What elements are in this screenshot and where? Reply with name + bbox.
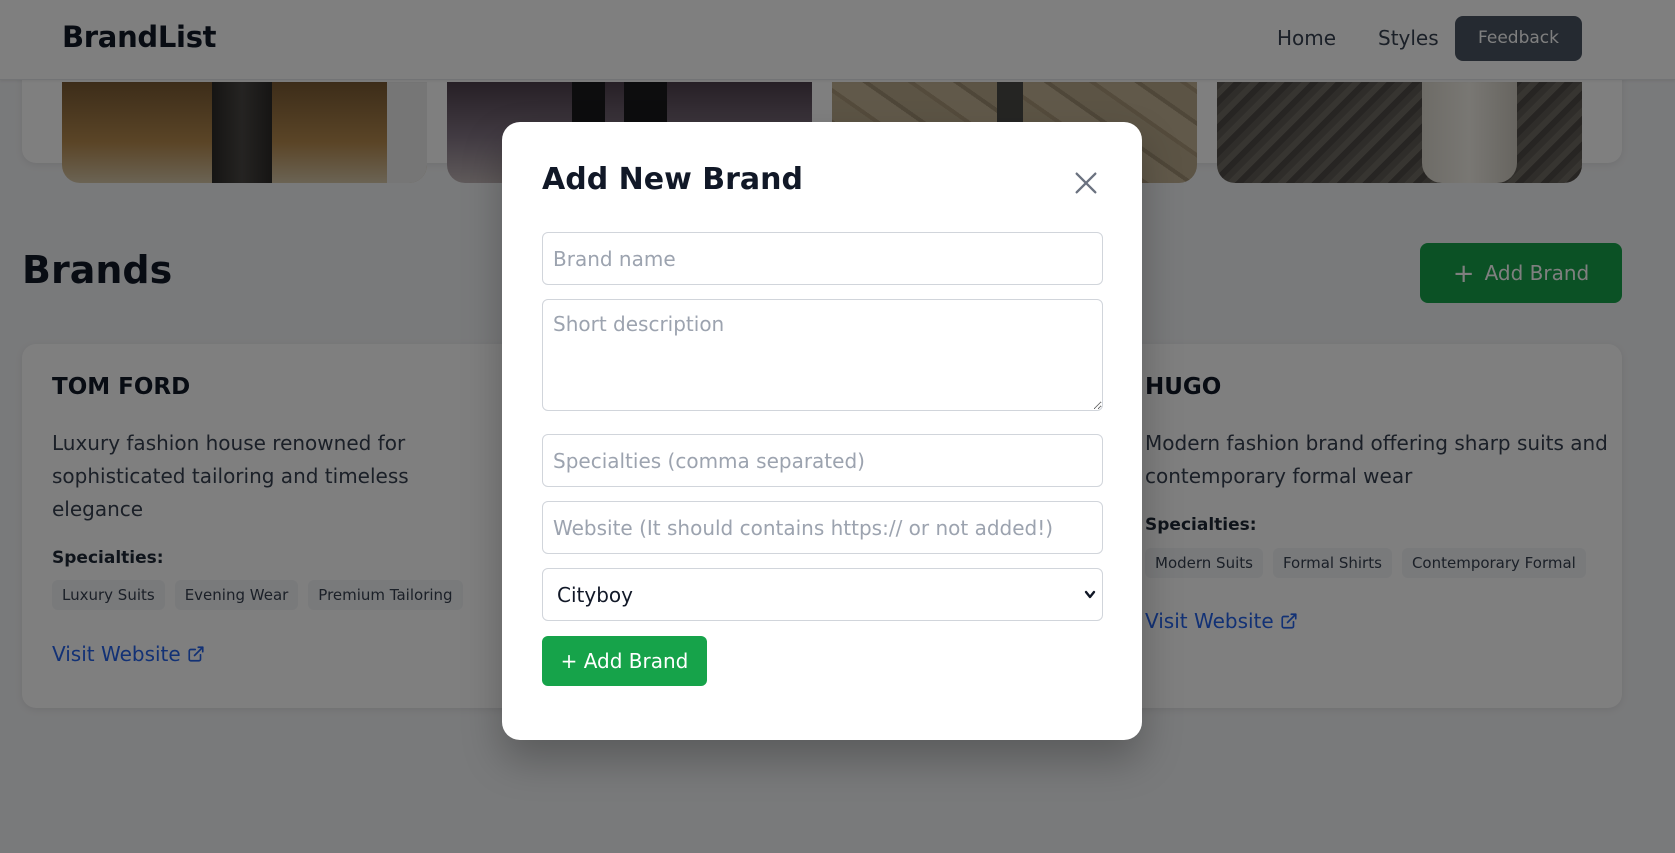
brand-description-textarea[interactable] bbox=[542, 299, 1103, 411]
add-brand-modal: Add New Brand Cityboy + Add Brand bbox=[502, 122, 1142, 740]
submit-add-brand-button[interactable]: + Add Brand bbox=[542, 636, 707, 686]
brand-name-input[interactable] bbox=[542, 232, 1103, 285]
specialties-input[interactable] bbox=[542, 434, 1103, 487]
close-icon[interactable] bbox=[1072, 169, 1100, 197]
modal-title: Add New Brand bbox=[542, 162, 803, 197]
style-select[interactable]: Cityboy bbox=[542, 568, 1103, 621]
website-input[interactable] bbox=[542, 501, 1103, 554]
